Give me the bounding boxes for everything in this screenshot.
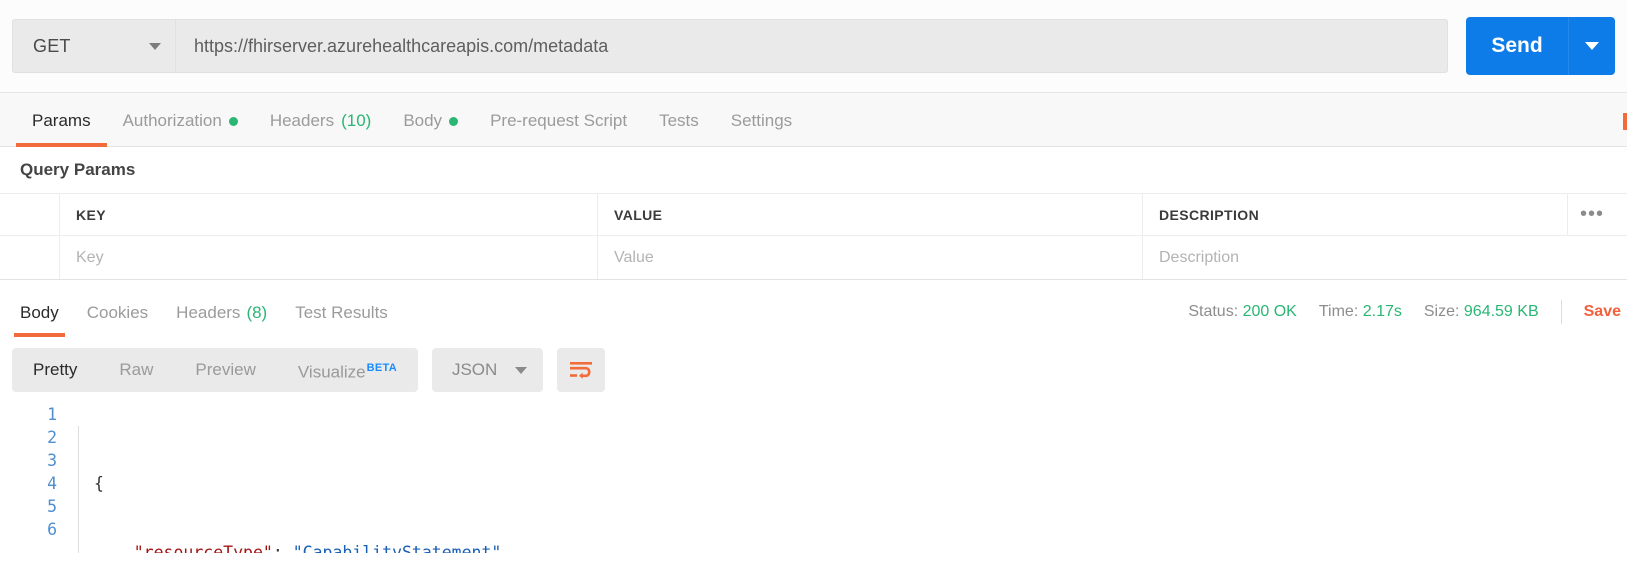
view-mode-group: Pretty Raw Preview VisualizeBETA (12, 348, 418, 392)
http-method-dropdown[interactable]: GET (12, 19, 175, 73)
status-label: Status: (1188, 303, 1239, 320)
chevron-down-icon (515, 366, 528, 374)
tab-label: Body (20, 303, 59, 322)
status-metric: Status: 200 OK (1188, 303, 1297, 321)
response-meta: Status: 200 OK Time: 2.17s Size: 964.59 … (1188, 300, 1627, 337)
http-method-label: GET (33, 35, 71, 56)
response-view-toolbar: Pretty Raw Preview VisualizeBETA JSON (0, 337, 1627, 403)
header-checkbox-cell (0, 194, 60, 235)
header-value: VALUE (598, 194, 1143, 235)
request-tab-bar: Params Authorization Headers (10) Body P… (0, 93, 1627, 147)
mode-label: Preview (195, 360, 256, 379)
save-response-link[interactable]: Save (1584, 303, 1621, 321)
tab-pre-request-script[interactable]: Pre-request Script (474, 111, 643, 146)
view-mode-pretty[interactable]: Pretty (12, 348, 98, 392)
word-wrap-button[interactable] (557, 348, 606, 392)
beta-badge: BETA (366, 361, 397, 374)
table-row: Key Value Description (0, 235, 1627, 279)
tab-bar-edge-indicator (1623, 113, 1627, 130)
code-line: "resourceType": "CapabilityStatement", (133, 543, 512, 553)
request-url-input[interactable]: https://fhirserver.azurehealthcareapis.c… (175, 19, 1448, 73)
code-content[interactable]: { "resourceType": "CapabilityStatement",… (72, 403, 511, 553)
divider (1560, 300, 1562, 324)
view-mode-preview[interactable]: Preview (174, 348, 276, 392)
request-url-bar: GET https://fhirserver.azurehealthcareap… (0, 0, 1627, 93)
tab-label: Authorization (122, 111, 222, 130)
param-value-input[interactable]: Value (598, 236, 1143, 279)
mode-label: Raw (119, 360, 154, 379)
response-tab-bar: Body Cookies Headers (8) Test Results St… (0, 279, 1627, 337)
format-label: JSON (451, 360, 498, 379)
line-number: 3 (47, 451, 57, 470)
line-number: 6 (47, 520, 57, 539)
query-params-title: Query Params (0, 147, 1627, 193)
status-value: 200 OK (1242, 303, 1297, 320)
chevron-down-icon (149, 42, 161, 50)
tab-label: Test Results (295, 303, 388, 322)
chevron-down-icon (1585, 42, 1599, 50)
line-number: 1 (47, 405, 57, 424)
line-number: 4 (47, 474, 57, 493)
tab-label: Cookies (86, 303, 149, 322)
indent-guide (78, 426, 79, 553)
word-wrap-icon (570, 362, 593, 379)
time-label: Time: (1318, 303, 1359, 320)
param-key-input[interactable]: Key (60, 236, 598, 279)
param-description-input[interactable]: Description (1143, 236, 1627, 279)
header-description: DESCRIPTION (1159, 206, 1260, 223)
bulk-edit-ellipsis-icon[interactable]: ••• (1567, 194, 1627, 235)
tab-badge: (10) (341, 111, 372, 130)
status-dot-icon (228, 116, 238, 126)
view-mode-visualize[interactable]: VisualizeBETA (277, 346, 418, 395)
response-body-code[interactable]: 1 2 3 4 5 6 { "resourceType": "Capabilit… (0, 403, 1627, 553)
header-key: KEY (60, 194, 598, 235)
tab-params[interactable]: Params (16, 111, 107, 147)
tab-label: Params (32, 111, 91, 130)
send-options-button[interactable] (1568, 17, 1615, 75)
mode-label: Visualize (297, 362, 366, 382)
table-header-row: KEY VALUE DESCRIPTION ••• (0, 193, 1627, 235)
tab-headers[interactable]: Headers (10) (254, 111, 388, 146)
response-tab-test-results[interactable]: Test Results (281, 303, 402, 337)
send-button[interactable]: Send (1466, 17, 1568, 75)
line-number: 2 (47, 428, 57, 447)
query-params-table: KEY VALUE DESCRIPTION ••• Key Value Desc… (0, 193, 1627, 279)
response-tab-headers[interactable]: Headers (8) (162, 303, 281, 337)
code-line: { (94, 474, 104, 493)
tab-settings[interactable]: Settings (715, 111, 808, 146)
tab-label: Pre-request Script (490, 111, 628, 130)
time-metric: Time: 2.17s (1319, 303, 1402, 321)
send-button-group: Send (1466, 17, 1615, 75)
tab-tests[interactable]: Tests (643, 111, 715, 146)
line-number: 5 (47, 497, 57, 516)
tab-label: Settings (730, 111, 793, 130)
row-checkbox-cell[interactable] (0, 236, 60, 279)
size-metric: Size: 964.59 KB (1424, 303, 1539, 321)
response-format-dropdown[interactable]: JSON (431, 348, 544, 392)
response-tab-body[interactable]: Body (6, 303, 73, 337)
tab-label: Body (403, 111, 443, 130)
view-mode-raw[interactable]: Raw (98, 348, 174, 392)
time-value: 2.17s (1362, 303, 1402, 320)
line-number-gutter: 1 2 3 4 5 6 (0, 403, 72, 553)
size-label: Size: (1423, 303, 1460, 320)
tab-badge: (8) (246, 303, 268, 322)
mode-label: Pretty (33, 360, 78, 379)
response-tab-cookies[interactable]: Cookies (73, 303, 162, 337)
tab-label: Headers (269, 111, 335, 130)
status-dot-icon (449, 116, 459, 126)
response-tabs: Body Cookies Headers (8) Test Results (6, 303, 402, 337)
tab-body[interactable]: Body (387, 111, 474, 146)
tab-label: Tests (659, 111, 699, 130)
size-value: 964.59 KB (1463, 303, 1539, 320)
tab-authorization[interactable]: Authorization (107, 111, 254, 146)
tab-label: Headers (176, 303, 241, 322)
